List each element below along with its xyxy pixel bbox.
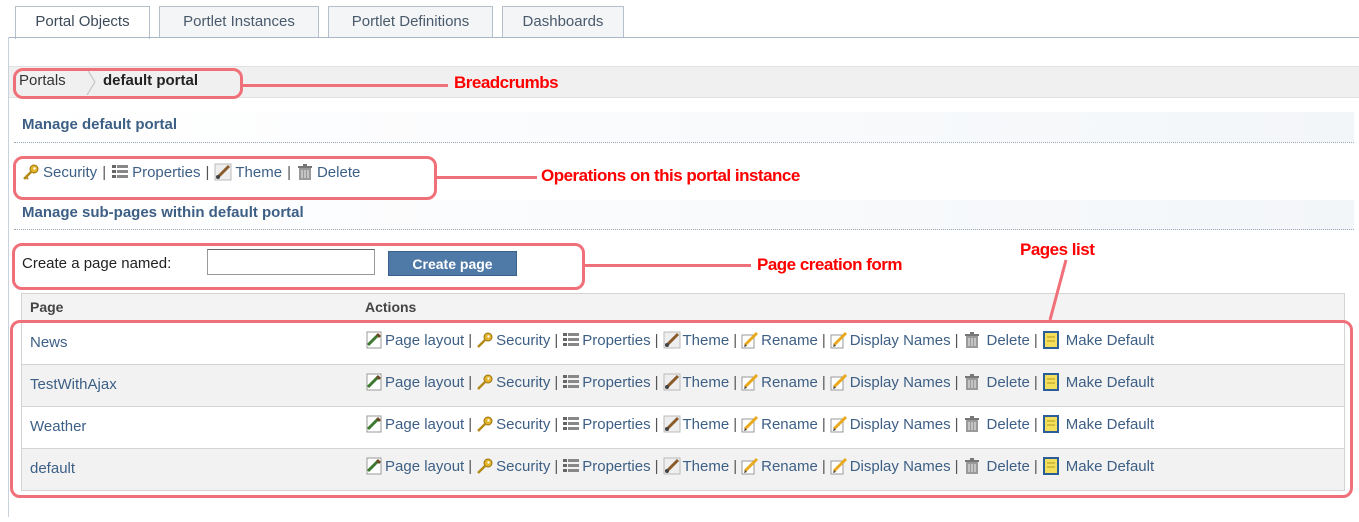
page-form-callout xyxy=(12,243,585,290)
tab-bar: Portal Objects Portlet Instances Portlet… xyxy=(0,0,1359,39)
manage-portal-title: Manage default portal xyxy=(22,116,178,133)
pages-list-annotation: Pages list xyxy=(1020,240,1095,259)
table-header: Page Actions xyxy=(22,294,1344,323)
page-form-annotation: Page creation form xyxy=(757,255,903,274)
pages-list-callout xyxy=(10,320,1353,498)
breadcrumbs-callout xyxy=(13,68,243,99)
tab-portal-objects[interactable]: Portal Objects xyxy=(15,6,150,39)
section-divider xyxy=(14,142,1354,143)
column-header-actions: Actions xyxy=(365,299,417,315)
callout-line xyxy=(585,264,751,267)
section-header-bg xyxy=(14,112,1354,142)
manage-subpages-title: Manage sub-pages within default portal xyxy=(22,204,304,221)
operations-callout xyxy=(13,156,437,200)
callout-line xyxy=(1048,259,1068,321)
section-divider xyxy=(14,229,1354,230)
tab-portlet-definitions[interactable]: Portlet Definitions xyxy=(328,6,493,37)
tab-portlet-instances[interactable]: Portlet Instances xyxy=(159,6,319,37)
breadcrumbs-annotation: Breadcrumbs xyxy=(454,73,559,92)
callout-line xyxy=(243,84,448,87)
column-header-page: Page xyxy=(30,299,64,315)
callout-line xyxy=(437,176,537,179)
operations-annotation: Operations on this portal instance xyxy=(541,166,800,185)
tab-dashboards[interactable]: Dashboards xyxy=(502,6,624,37)
